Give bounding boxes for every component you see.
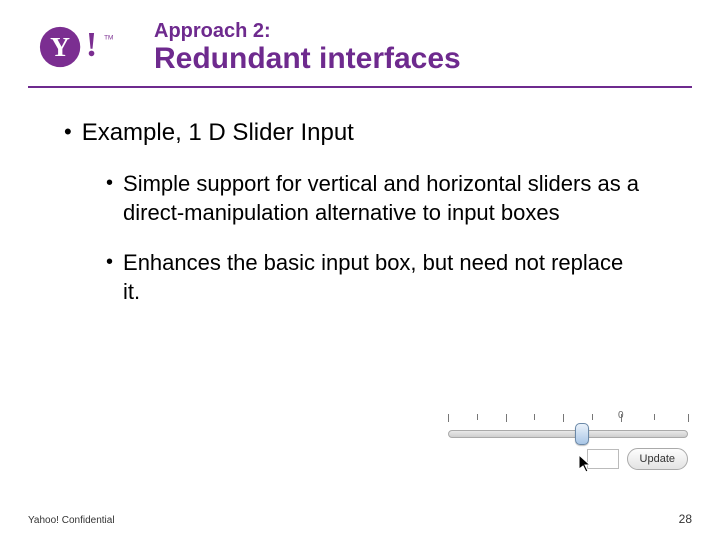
slide: Y ! TM Approach 2: Redundant interfaces … <box>0 0 720 540</box>
page-number: 28 <box>679 512 692 526</box>
bullet-text: Enhances the basic input box, but need n… <box>123 249 646 306</box>
title-block: Approach 2: Redundant interfaces <box>154 18 461 75</box>
bullet-level-2: • Enhances the basic input box, but need… <box>106 249 646 306</box>
footer-confidential: Yahoo! Confidential <box>28 515 115 526</box>
mouse-cursor-icon <box>578 454 594 474</box>
bullet-dot-icon: • <box>106 249 113 275</box>
bullet-level-1: • Example, 1 D Slider Input <box>64 118 692 148</box>
bullet-text: Simple support for vertical and horizont… <box>123 170 646 227</box>
update-button[interactable]: Update <box>627 448 688 470</box>
slide-kicker: Approach 2: <box>154 20 461 42</box>
slider-track[interactable] <box>448 430 688 438</box>
slide-title: Redundant interfaces <box>154 42 461 75</box>
bullet-level-2: • Simple support for vertical and horizo… <box>106 170 646 227</box>
slider-widget: 0 Update <box>448 414 688 470</box>
bullet-dot-icon: • <box>64 118 72 146</box>
slider-ticks: 0 <box>448 414 688 428</box>
slider-thumb[interactable] <box>575 423 589 445</box>
svg-text:!: ! <box>86 25 98 64</box>
slide-header: Y ! TM Approach 2: Redundant interfaces <box>28 18 692 88</box>
bullet-text: Example, 1 D Slider Input <box>82 118 354 148</box>
slider-controls: Update <box>448 448 688 470</box>
slide-body: • Example, 1 D Slider Input • Simple sup… <box>28 118 692 306</box>
yahoo-logo-icon: Y ! TM <box>28 18 138 76</box>
slider-zero-label: 0 <box>618 410 624 421</box>
bullet-dot-icon: • <box>106 170 113 196</box>
svg-text:TM: TM <box>104 35 113 42</box>
svg-text:Y: Y <box>50 31 70 62</box>
